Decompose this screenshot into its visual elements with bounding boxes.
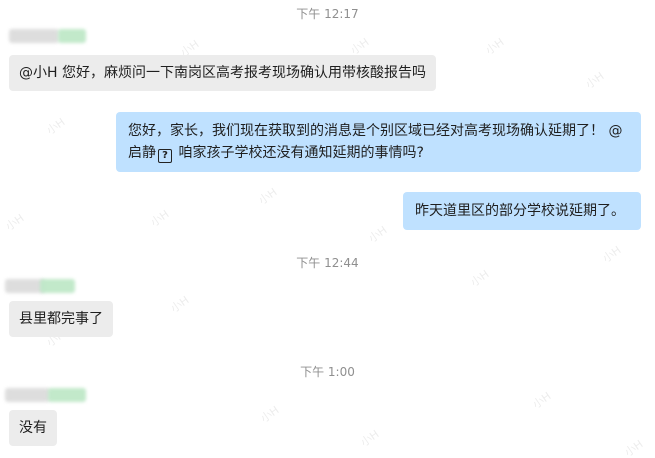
watermark-text: 小H: [258, 403, 282, 426]
incoming-message-bubble[interactable]: 县里都完事了: [9, 301, 113, 337]
question-box-icon: ?: [158, 149, 172, 163]
watermark-text: 小H: [256, 185, 280, 208]
watermark-text: 小H: [622, 437, 646, 458]
watermark-text: 小H: [168, 293, 192, 316]
sender-name-blurred: [58, 29, 86, 43]
incoming-message-bubble[interactable]: 没有: [9, 410, 57, 446]
sender-name-blurred: [9, 29, 59, 43]
sender-name-blurred: [5, 279, 45, 293]
mention-name: 启静: [128, 145, 156, 161]
sender-name-blurred: [40, 279, 75, 293]
message-text: 咱家孩子学校还没有通知延期的事情吗?: [174, 145, 424, 161]
incoming-message-bubble[interactable]: @小H 您好，麻烦问一下南岗区高考报考现场确认用带核酸报告吗: [9, 55, 436, 91]
outgoing-message-bubble[interactable]: 您好，家长，我们现在获取到的消息是个别区域已经对高考现场确认延期了！ @ 启静?…: [116, 112, 641, 172]
watermark-text: 小H: [483, 35, 507, 58]
chat-message-list[interactable]: 小H 小H 小H 小H 小H 小H 小H 小H 小H 小H 小H 小H 小H 小…: [0, 0, 655, 458]
watermark-text: 小H: [148, 207, 172, 230]
message-timestamp: 下午 12:17: [296, 7, 359, 21]
message-timestamp: 下午 12:44: [296, 256, 359, 270]
message-text-line: 您好，家长，我们现在获取到的消息是个别区域已经对高考现场确认延期了！ @: [128, 123, 623, 139]
watermark-text: 小H: [530, 389, 554, 412]
watermark-text: 小H: [3, 211, 27, 234]
message-text-line: 启静? 咱家孩子学校还没有通知延期的事情吗?: [128, 142, 629, 164]
sender-name-blurred: [48, 388, 86, 402]
outgoing-message-bubble[interactable]: 昨天道里区的部分学校说延期了。: [403, 192, 641, 230]
sender-name-blurred: [5, 388, 50, 402]
watermark-text: 小H: [44, 115, 68, 138]
watermark-text: 小H: [358, 427, 382, 450]
watermark-text: 小H: [366, 223, 390, 246]
message-timestamp: 下午 1:00: [300, 365, 355, 379]
watermark-text: 小H: [583, 69, 607, 92]
